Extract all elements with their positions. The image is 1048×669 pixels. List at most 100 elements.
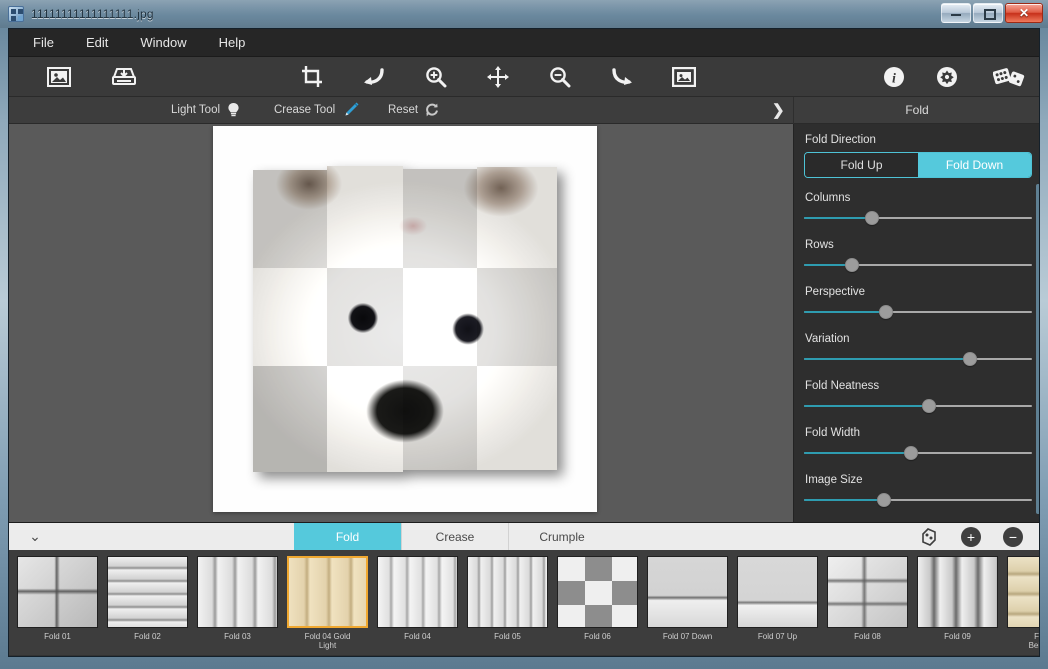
fold-neatness-slider[interactable] bbox=[804, 399, 1032, 413]
folded-photo-panels bbox=[253, 166, 557, 472]
preset-thumbnail[interactable] bbox=[737, 556, 818, 628]
slider-knob[interactable] bbox=[904, 446, 918, 460]
canvas-area[interactable] bbox=[9, 124, 793, 522]
tool-options-bar: Light Tool Crease Tool Reset bbox=[9, 97, 1039, 124]
preset-item[interactable]: Fold 10 BeigeLight bbox=[1007, 556, 1039, 650]
preset-item[interactable]: Fold 03 bbox=[197, 556, 278, 650]
preset-label: Fold 08 bbox=[827, 632, 908, 641]
fold-direction-segmented-control[interactable]: Fold Up Fold Down bbox=[804, 152, 1032, 178]
slider-fill bbox=[804, 452, 911, 454]
menu-window[interactable]: Window bbox=[128, 31, 198, 54]
preset-thumbnail[interactable] bbox=[647, 556, 728, 628]
slider-fill bbox=[804, 358, 970, 360]
preset-thumbnail[interactable] bbox=[917, 556, 998, 628]
maximize-icon bbox=[983, 8, 993, 18]
preset-item[interactable]: Fold 07 Down bbox=[647, 556, 728, 650]
preset-thumbnail[interactable] bbox=[467, 556, 548, 628]
application-window: 11111111111111111.jpg ✕ File Edit Window… bbox=[0, 0, 1048, 669]
preset-thumbnail[interactable] bbox=[1007, 556, 1039, 628]
fit-image-button[interactable] bbox=[668, 62, 700, 92]
move-button[interactable] bbox=[482, 62, 514, 92]
reset-tool[interactable]: Reset bbox=[388, 103, 439, 117]
tab-crease[interactable]: Crease bbox=[401, 523, 508, 550]
perspective-slider[interactable] bbox=[804, 305, 1032, 319]
properties-scrollbar[interactable] bbox=[1036, 184, 1040, 514]
add-preset-icon[interactable]: + bbox=[961, 527, 981, 547]
textures-button[interactable] bbox=[990, 62, 1028, 92]
image-size-slider[interactable] bbox=[804, 493, 1032, 507]
variation-slider[interactable] bbox=[804, 352, 1032, 366]
preset-item[interactable]: Fold 05 bbox=[467, 556, 548, 650]
preset-thumbnail[interactable] bbox=[287, 556, 368, 628]
fold-width-label: Fold Width bbox=[805, 427, 1031, 439]
close-button[interactable]: ✕ bbox=[1005, 3, 1043, 23]
chevron-down-icon[interactable]: ⌄ bbox=[9, 523, 61, 550]
slider-knob[interactable] bbox=[845, 258, 859, 272]
preset-thumbnail[interactable] bbox=[377, 556, 458, 628]
preset-item-selected[interactable]: Fold 04 Gold Light bbox=[287, 556, 368, 650]
preset-thumbnail[interactable] bbox=[197, 556, 278, 628]
menu-edit[interactable]: Edit bbox=[74, 31, 120, 54]
fold-panel bbox=[403, 366, 477, 470]
randomize-icon[interactable] bbox=[919, 527, 939, 547]
preset-item[interactable]: Fold 02 bbox=[107, 556, 188, 650]
preset-item[interactable]: Fold 06 bbox=[557, 556, 638, 650]
menu-help[interactable]: Help bbox=[207, 31, 258, 54]
panel-title: Fold bbox=[793, 103, 1040, 117]
minimize-icon bbox=[951, 8, 961, 18]
chevron-right-icon[interactable]: ❯ bbox=[772, 102, 785, 119]
slider-knob[interactable] bbox=[963, 352, 977, 366]
preset-thumbnail[interactable] bbox=[827, 556, 908, 628]
info-button[interactable]: i bbox=[878, 62, 910, 92]
minimize-button[interactable] bbox=[941, 3, 971, 23]
zoom-in-button[interactable] bbox=[420, 62, 452, 92]
redo-icon bbox=[611, 67, 635, 87]
settings-button[interactable] bbox=[931, 62, 963, 92]
folded-photo[interactable] bbox=[253, 166, 557, 472]
columns-slider[interactable] bbox=[804, 211, 1032, 225]
maximize-button[interactable] bbox=[973, 3, 1003, 23]
save-image-button[interactable] bbox=[108, 62, 140, 92]
remove-preset-icon[interactable]: − bbox=[1003, 527, 1023, 547]
preset-thumbnail[interactable] bbox=[557, 556, 638, 628]
application-body: File Edit Window Help bbox=[8, 28, 1040, 657]
preset-item[interactable]: Fold 09 bbox=[917, 556, 998, 650]
slider-knob[interactable] bbox=[922, 399, 936, 413]
open-image-button[interactable] bbox=[43, 62, 75, 92]
fold-up-option[interactable]: Fold Up bbox=[805, 153, 918, 177]
slider-image-size: Image Size bbox=[804, 474, 1031, 507]
fold-down-option[interactable]: Fold Down bbox=[918, 153, 1031, 177]
fold-panel bbox=[253, 366, 327, 472]
preset-thumbnail[interactable] bbox=[107, 556, 188, 628]
tab-crumple[interactable]: Crumple bbox=[508, 523, 615, 550]
zoom-out-button[interactable] bbox=[544, 62, 576, 92]
slider-rows: Rows bbox=[804, 239, 1031, 272]
preset-item[interactable]: Fold 04 bbox=[377, 556, 458, 650]
preset-label: Fold 02 bbox=[107, 632, 188, 641]
slider-knob[interactable] bbox=[865, 211, 879, 225]
crop-button[interactable] bbox=[296, 62, 328, 92]
preset-item[interactable]: Fold 07 Up bbox=[737, 556, 818, 650]
library-horizontal-scrollbar[interactable] bbox=[9, 655, 1039, 657]
tab-fold[interactable]: Fold bbox=[294, 523, 401, 550]
crease-tool[interactable]: Crease Tool bbox=[274, 101, 360, 119]
preset-item[interactable]: Fold 01 bbox=[17, 556, 98, 650]
fold-panel bbox=[477, 268, 557, 366]
preset-label: Fold 04 Gold Light bbox=[287, 632, 368, 650]
light-tool[interactable]: Light Tool bbox=[171, 102, 240, 118]
close-icon: ✕ bbox=[1019, 8, 1029, 18]
preset-label: Fold 09 bbox=[917, 632, 998, 641]
preset-item[interactable]: Fold 08 bbox=[827, 556, 908, 650]
title-bar: 11111111111111111.jpg ✕ bbox=[0, 0, 1048, 28]
rows-slider[interactable] bbox=[804, 258, 1032, 272]
fold-neatness-label: Fold Neatness bbox=[805, 380, 1031, 392]
preset-thumbnail-strip[interactable]: Fold 01 Fold 02 Fold 03 Fold 04 Gold Lig… bbox=[9, 550, 1039, 655]
fold-width-slider[interactable] bbox=[804, 446, 1032, 460]
redo-button[interactable] bbox=[607, 62, 639, 92]
undo-button[interactable] bbox=[357, 62, 389, 92]
slider-columns: Columns bbox=[804, 192, 1031, 225]
slider-knob[interactable] bbox=[879, 305, 893, 319]
slider-knob[interactable] bbox=[877, 493, 891, 507]
preset-thumbnail[interactable] bbox=[17, 556, 98, 628]
menu-file[interactable]: File bbox=[21, 31, 66, 54]
